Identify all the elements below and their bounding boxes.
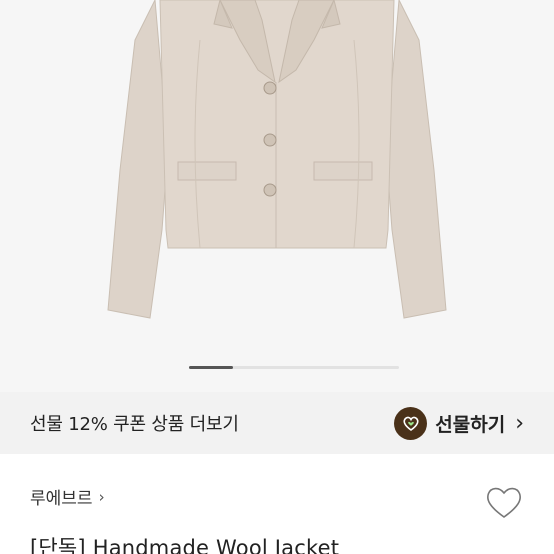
brand-name: 루에브르: [30, 489, 93, 509]
carousel-indicator-active: [189, 366, 233, 369]
gift-promo-bar[interactable]: 선물 12% 쿠폰 상품 더보기 선물하기 ›: [0, 392, 554, 454]
wishlist-button[interactable]: [484, 484, 524, 520]
coupon-promo-text[interactable]: 선물 12% 쿠폰 상품 더보기: [30, 410, 239, 436]
product-image-carousel[interactable]: [0, 0, 554, 392]
chevron-right-icon: ›: [515, 410, 524, 436]
heart-outline-icon: [487, 487, 521, 518]
gift-button[interactable]: 선물하기 ›: [394, 406, 524, 440]
chevron-right-icon: ›: [98, 487, 105, 506]
jacket-photo: [107, 0, 447, 319]
product-title: [단독] Handmade Wool Jacket: [30, 536, 340, 554]
carousel-indicator: [189, 366, 399, 369]
gift-button-label: 선물하기: [435, 413, 506, 436]
brand-link[interactable]: 루에브르 ›: [30, 484, 105, 510]
gift-heart-icon: [394, 406, 428, 440]
